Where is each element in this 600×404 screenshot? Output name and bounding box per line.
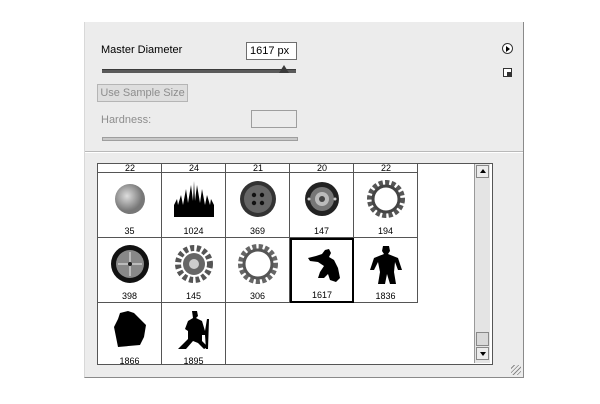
- brush-cell[interactable]: 1024: [162, 173, 226, 238]
- brush-cell[interactable]: 1836: [354, 238, 418, 303]
- brush-size-label: 1024: [183, 226, 204, 236]
- brush-size-label: 22: [380, 163, 391, 173]
- scroll-down-icon[interactable]: [476, 347, 489, 360]
- brush-cell[interactable]: 147: [290, 173, 354, 238]
- brush-size-label: 147: [313, 226, 330, 236]
- brush-cell-selected[interactable]: 1617: [290, 238, 354, 303]
- brush-cell[interactable]: 1895: [162, 303, 226, 365]
- scroll-up-icon[interactable]: [476, 165, 489, 178]
- hardness-input[interactable]: [251, 110, 297, 128]
- brush-cell[interactable]: 398: [98, 238, 162, 303]
- brush-preset-panel: Master Diameter 1617 px Use Sample Size …: [84, 22, 524, 378]
- master-diameter-label: Master Diameter: [101, 44, 183, 56]
- flyout-arrow-icon[interactable]: [502, 43, 513, 54]
- brush-thumbnail-grid: 22 24 21 20 22 35 1024 369 147 194 398 1…: [97, 163, 493, 365]
- brush-size-label: 1836: [375, 291, 396, 301]
- master-diameter-slider-thumb[interactable]: [279, 65, 290, 73]
- hunched-figure-brush-icon: [114, 311, 146, 347]
- brush-cell[interactable]: 145: [162, 238, 226, 303]
- brush-size-label: 398: [121, 291, 138, 301]
- compass-brush-icon: [111, 245, 149, 283]
- small-thumbnail-icon[interactable]: [503, 68, 512, 77]
- master-diameter-input[interactable]: 1617 px: [246, 42, 297, 60]
- brush-cell[interactable]: 369: [226, 173, 290, 238]
- use-sample-size-button[interactable]: Use Sample Size: [97, 84, 188, 102]
- brush-size-label: 1866: [119, 356, 140, 365]
- standing-figure-brush-icon: [370, 246, 402, 284]
- crouching-figure-brush-icon: [308, 249, 340, 282]
- brush-size-label: 369: [249, 226, 266, 236]
- brush-cell[interactable]: 306: [226, 238, 290, 303]
- master-diameter-slider-track[interactable]: [102, 69, 296, 73]
- gear-ring-brush-icon: [367, 180, 405, 218]
- hardness-slider-track[interactable]: [102, 137, 298, 141]
- gear-brush-icon: [175, 245, 213, 283]
- brush-size-label: 35: [124, 226, 135, 236]
- brush-grid-scrollbar[interactable]: [474, 164, 490, 363]
- hardness-label: Hardness:: [101, 114, 152, 126]
- brush-cell[interactable]: 35: [98, 173, 162, 238]
- panel-divider: [85, 151, 523, 153]
- brush-size-label: 24: [188, 163, 199, 173]
- gear-ring-brush-icon: [238, 244, 278, 284]
- cathedral-silhouette-brush-icon: [174, 181, 214, 217]
- brush-size-label: 1617: [311, 290, 333, 300]
- brush-size-label: 20: [316, 163, 327, 173]
- brush-cell-partial[interactable]: 22: [354, 163, 418, 173]
- brush-cell-partial[interactable]: 22: [98, 163, 162, 173]
- doorbell-brush-icon: [305, 182, 339, 216]
- walking-man-brush-icon: [178, 311, 209, 349]
- brush-cell[interactable]: 1866: [98, 303, 162, 365]
- brush-size-label: 22: [124, 163, 135, 173]
- brush-cell-partial[interactable]: 20: [290, 163, 354, 173]
- scroll-thumb[interactable]: [476, 332, 489, 346]
- brush-cell-partial[interactable]: 24: [162, 163, 226, 173]
- brush-size-label: 1895: [183, 356, 204, 365]
- resize-grip-icon[interactable]: [511, 365, 521, 375]
- brush-cell-partial[interactable]: 21: [226, 163, 290, 173]
- brush-size-label: 194: [377, 226, 394, 236]
- brush-cell[interactable]: 194: [354, 173, 418, 238]
- brush-size-label: 306: [249, 291, 266, 301]
- brush-size-label: 21: [252, 163, 263, 173]
- button-brush-icon: [240, 181, 276, 217]
- brush-size-label: 145: [185, 291, 202, 301]
- soft-round-brush-icon: [115, 184, 145, 214]
